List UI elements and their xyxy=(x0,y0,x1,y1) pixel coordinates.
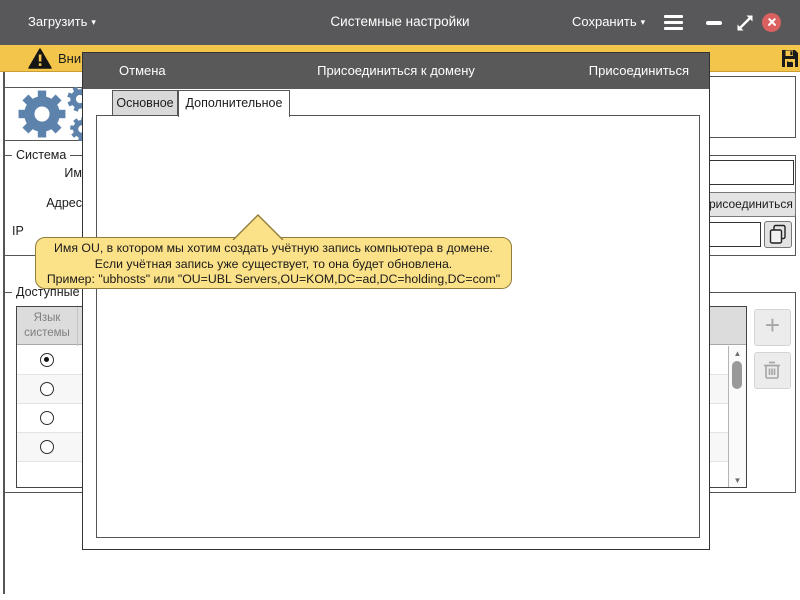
ip-label: IP xyxy=(12,224,24,238)
tooltip-line: Пример: "ubhosts" или "OU=UBL Servers,OU… xyxy=(36,272,511,288)
language-radio[interactable] xyxy=(40,440,54,454)
expand-button[interactable] xyxy=(735,13,755,33)
tooltip-line: Имя OU, в котором мы хотим создать учётн… xyxy=(36,241,511,257)
copy-button[interactable] xyxy=(764,221,792,248)
tab-content-panel xyxy=(96,115,700,538)
window-border xyxy=(3,72,5,594)
scroll-up-icon[interactable]: ▲ xyxy=(729,349,746,358)
ou-tooltip: Имя OU, в котором мы хотим создать учётн… xyxy=(35,237,512,289)
address-label: Адрес xyxy=(18,196,82,210)
close-button[interactable] xyxy=(762,13,781,32)
table-scrollbar[interactable]: ▲ ▼ xyxy=(728,346,746,487)
language-radio[interactable] xyxy=(40,411,54,425)
chevron-down-icon: ▾ xyxy=(641,17,646,27)
title-bar: Загрузить▾ Системные настройки Сохранить… xyxy=(0,0,800,45)
save-menu[interactable]: Сохранить▾ xyxy=(572,14,645,29)
language-column-header: Язык системы xyxy=(17,311,77,341)
save-floppy-icon[interactable] xyxy=(780,48,800,69)
tab-basic[interactable]: Основное xyxy=(112,90,178,116)
dialog-header: Отмена Присоединиться к домену Присоедин… xyxy=(83,53,709,89)
language-radio[interactable] xyxy=(40,353,54,367)
tooltip-line: Если учётная запись уже существует, то о… xyxy=(36,257,511,273)
name-label: Им xyxy=(40,166,82,180)
join-domain-dialog: Отмена Присоединиться к домену Присоедин… xyxy=(82,52,710,550)
scroll-down-icon[interactable]: ▼ xyxy=(729,476,746,485)
copy-pages-icon xyxy=(766,222,790,246)
tooltip-pointer xyxy=(232,213,286,240)
tab-additional[interactable]: Дополнительное xyxy=(178,90,290,117)
join-button[interactable]: Присоединиться xyxy=(589,63,689,78)
app-window: Система Им Адрес IP рисоединиться Доступ… xyxy=(0,0,800,600)
warning-triangle-icon xyxy=(28,48,52,69)
system-fieldset-legend: Система xyxy=(12,148,70,162)
language-radio[interactable] xyxy=(40,382,54,396)
minimize-button[interactable] xyxy=(706,21,722,25)
background-join-button[interactable]: рисоединиться xyxy=(701,192,796,217)
scrollbar-thumb[interactable] xyxy=(732,361,742,389)
trash-icon xyxy=(755,353,789,387)
delete-language-button[interactable] xyxy=(754,352,791,389)
hamburger-menu-icon[interactable] xyxy=(664,15,683,30)
add-language-button[interactable]: + xyxy=(754,309,791,346)
